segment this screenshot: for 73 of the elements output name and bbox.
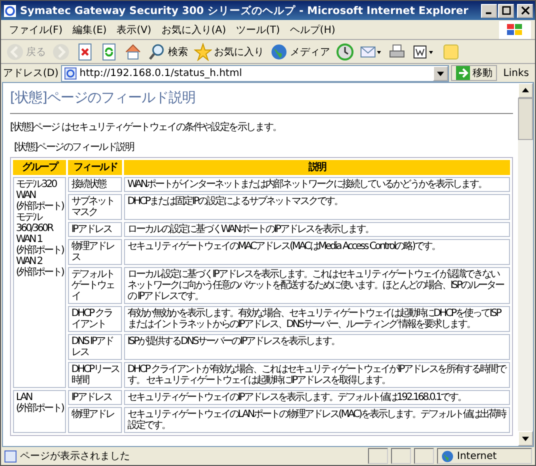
group-cell: LAN (外部ポート) bbox=[13, 390, 66, 433]
note-icon bbox=[442, 42, 460, 60]
address-label: アドレス(D) bbox=[3, 67, 59, 80]
search-icon bbox=[148, 42, 166, 60]
table-cell: DHCP クライアント bbox=[68, 306, 122, 332]
search-button[interactable]: 検索 bbox=[145, 42, 191, 60]
intro-text: [状態]ページ はセキュリティゲートウェイの条件や設定を示します。 bbox=[10, 120, 282, 134]
windows-logo-icon bbox=[499, 20, 531, 38]
close-button[interactable] bbox=[517, 4, 533, 18]
up-arrow-icon[interactable] bbox=[522, 87, 529, 94]
status-pane bbox=[414, 448, 434, 464]
menu-item[interactable]: ファイル(F) bbox=[5, 22, 67, 36]
table-cell: ISPが提供するDNSサーバーのIPアドレスを表示します。 bbox=[124, 334, 510, 360]
right-arrow-icon bbox=[456, 66, 470, 80]
table-cell: セキュリティゲートウェイのLANポートの物理アドレス(MAC)を表示します。デフォルト値は出荷時設定です。 bbox=[124, 407, 510, 433]
page-heading: [状態]ページのフィールド説明 bbox=[10, 89, 196, 107]
table-cell: DHCPまたは固定IPの設定によるサブネットマスクです。 bbox=[124, 194, 510, 220]
menu-item[interactable]: お気に入り(A) bbox=[157, 22, 230, 36]
menu-item[interactable]: 表示(V) bbox=[112, 22, 156, 36]
window-title: Symatec Gateway Security 300 シリーズのヘルプ - Microsoft Internet Explorer bbox=[20, 4, 470, 18]
menu-item[interactable]: ヘルプ(H) bbox=[286, 22, 340, 36]
document-icon bbox=[412, 42, 436, 60]
favorites-button[interactable]: お気に入り bbox=[191, 42, 267, 60]
globe-icon bbox=[441, 450, 454, 462]
table-cell: セキュリティゲートウェイのIPアドレスを表示します。デフォルト値は192.168.0.1です。 bbox=[124, 390, 510, 405]
links-button[interactable]: Links bbox=[499, 68, 533, 78]
close-icon bbox=[520, 6, 530, 15]
column-header: 説明 bbox=[124, 160, 510, 175]
table-cell: デフォルトゲートウェイ bbox=[68, 267, 122, 304]
status-pane bbox=[368, 448, 388, 464]
table-cell: 物理アドレス bbox=[68, 239, 122, 265]
home-icon bbox=[124, 42, 142, 60]
table-cell: DHCP クライアントが有効な場合、これはセキュリティゲートウェイがIPアドレスを所有する時間です。 セキュリティゲートウェイは起動時にIPアドレスを取得します。 bbox=[124, 362, 510, 388]
status-text: ページが表示されました bbox=[20, 450, 131, 463]
table-cell: ローカル設定に基づくIPアドレスを表示します。これはセキュリティゲートウェイが認識できないネットワークに向かう任意のパケットを配送するために使います。ほとんどの場合、ISPのルーターの IPアドレスです。 bbox=[124, 267, 510, 304]
table-cell: IPアドレス bbox=[68, 390, 122, 405]
refresh-icon bbox=[100, 42, 118, 60]
table-cell: DHCPリース時間 bbox=[68, 362, 122, 388]
table-cell: 物理アドレ bbox=[68, 407, 122, 433]
scroll-thumb[interactable] bbox=[518, 98, 533, 140]
column-header: フィールド bbox=[68, 160, 122, 175]
go-button[interactable]: 移動 bbox=[451, 65, 498, 81]
column-header: グループ bbox=[13, 160, 66, 175]
printer-icon bbox=[388, 42, 406, 60]
media-button[interactable]: メディア bbox=[267, 42, 333, 60]
table-caption: [状態]ページのフィールド説明 bbox=[14, 140, 135, 154]
zone-text: Internet bbox=[457, 450, 497, 462]
status-pane bbox=[391, 448, 411, 464]
table-cell: セキュリティゲートウェイのMACアドレス(MACはMedia Access Controlの略)です。 bbox=[124, 239, 510, 265]
table-cell: DNS IPアドレス bbox=[68, 334, 122, 360]
dropdown-arrow-icon[interactable] bbox=[437, 70, 444, 76]
page-icon bbox=[64, 66, 77, 80]
table-cell: サブネットマスク bbox=[68, 194, 122, 220]
table-cell: 接続状態 bbox=[68, 177, 122, 192]
globe-icon bbox=[270, 42, 288, 60]
stop-icon bbox=[76, 42, 94, 60]
clock-icon bbox=[336, 42, 354, 60]
group-cell: モデル320 WAN (外部ポート) モデル 360/360R WAN 1 (外部ポート) WAN 2 (外部ポート) bbox=[13, 177, 66, 388]
star-icon bbox=[194, 42, 212, 60]
table-cell: WANポートがインターネットまたは内部ネットワークに接続しているかどうかを表示します。 bbox=[124, 177, 510, 192]
scrollbar[interactable] bbox=[518, 83, 533, 446]
menu-item[interactable]: ツール(T) bbox=[232, 22, 284, 36]
address-field[interactable]: http://192.168.0.1/status_h.html bbox=[60, 64, 450, 82]
minimize-button[interactable] bbox=[481, 4, 497, 18]
maximize-button[interactable] bbox=[498, 4, 514, 18]
down-arrow-icon[interactable] bbox=[522, 435, 529, 442]
maximize-icon bbox=[502, 6, 510, 15]
menu-item[interactable]: 編集(E) bbox=[68, 22, 111, 36]
table-cell: ローカルの設定に基づくWANポートのIPアドレスを表示します。 bbox=[124, 222, 510, 237]
browser-icon bbox=[3, 4, 17, 18]
table-cell: IPアドレス bbox=[68, 222, 122, 237]
page-icon bbox=[4, 450, 17, 462]
table-cell: 有効か無効かを表示します。有効な場合、セキュリティゲートウェイは起動時にDHCPを使ってISPまたはイントラネットからのIPアドレス、DNSサーバー、ルーティング 情報を要求します。 bbox=[124, 306, 510, 332]
